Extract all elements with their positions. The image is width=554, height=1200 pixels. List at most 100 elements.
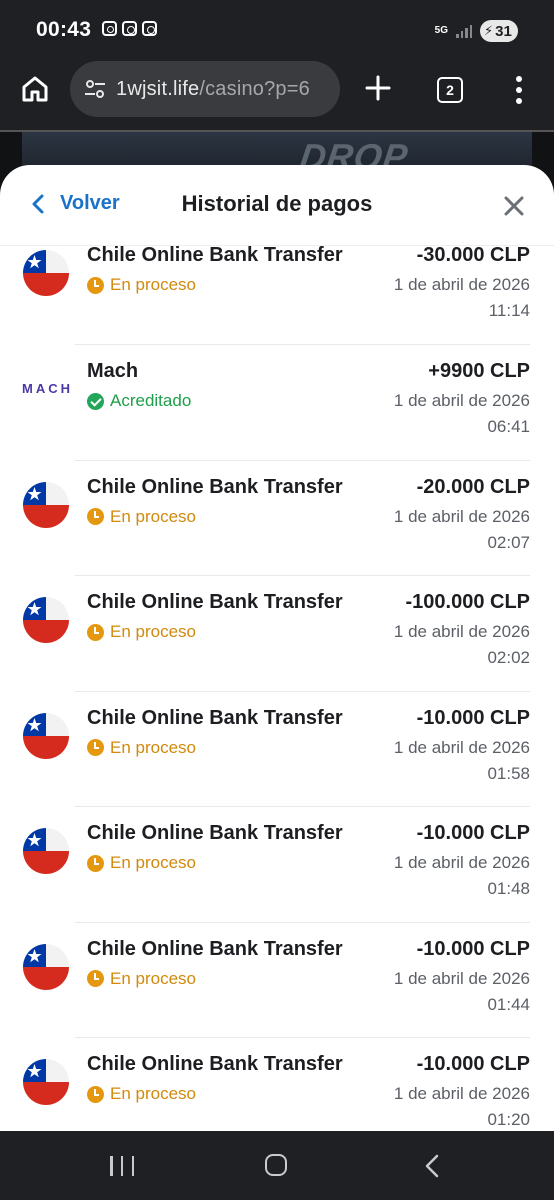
payment-status: En proceso	[87, 853, 196, 873]
payment-status-label: En proceso	[110, 1084, 196, 1103]
network-type: 5G	[434, 25, 448, 36]
chile-flag-icon	[23, 1059, 69, 1105]
payment-amount: -30.000 CLP	[416, 244, 530, 266]
payment-date: 1 de abril de 2026	[393, 275, 530, 294]
instagram-icon	[142, 21, 157, 36]
payment-row[interactable]: Chile Online Bank Transfer En proceso -30.…	[0, 244, 554, 345]
payment-date: 1 de abril de 2026	[393, 622, 530, 641]
payment-method: Chile Online Bank Transfer	[87, 706, 343, 729]
instagram-icon	[122, 21, 137, 36]
battery-level: 31	[495, 22, 512, 40]
payment-amount: -100.000 CLP	[405, 591, 530, 613]
chile-flag-icon	[23, 712, 69, 759]
payment-amount: -20.000 CLP	[416, 475, 530, 498]
chile-flag-icon	[23, 481, 69, 528]
chile-flag-icon	[23, 828, 69, 874]
clock-icon	[87, 854, 104, 872]
payment-status: En proceso	[87, 507, 196, 527]
payment-time: 02:07	[487, 532, 530, 552]
clock-icon	[87, 623, 104, 641]
browser-toolbar: 1wjsit.life/casino?p=6 2	[0, 60, 554, 130]
more-menu-icon[interactable]	[515, 76, 523, 104]
payment-status: En proceso	[87, 1084, 196, 1104]
payment-method: Mach	[87, 360, 139, 382]
payment-row[interactable]: Chile Online Bank Transfer En proceso -10.…	[0, 807, 554, 923]
payment-time: 06:41	[487, 417, 530, 436]
home-icon[interactable]	[20, 74, 50, 104]
payment-status: En proceso	[87, 275, 196, 295]
charging-icon: ⚡	[484, 23, 494, 38]
chile-flag-icon	[23, 943, 69, 990]
site-settings-icon[interactable]	[84, 79, 106, 99]
payment-time: 02:02	[487, 648, 530, 667]
payment-row[interactable]: Chile Online Bank Transfer En proceso -10.…	[0, 923, 554, 1038]
system-navigation-bar	[0, 1131, 554, 1200]
payment-amount: -10.000 CLP	[416, 1053, 530, 1075]
payment-date: 1 de abril de 2026	[393, 1084, 530, 1103]
new-tab-icon[interactable]	[364, 74, 392, 102]
payment-amount: +9900 CLP	[428, 360, 530, 382]
payment-time: 01:44	[487, 994, 530, 1014]
payment-status-label: En proceso	[110, 853, 196, 872]
clock-icon	[87, 276, 104, 294]
recents-icon[interactable]	[110, 1156, 134, 1176]
payment-status: En proceso	[87, 622, 196, 642]
payment-date: 1 de abril de 2026	[393, 853, 530, 872]
payment-amount: -10.000 CLP	[416, 822, 530, 844]
payment-status-label: En proceso	[110, 275, 196, 294]
battery-indicator: ⚡ 31	[480, 20, 518, 42]
payment-time: 01:58	[487, 763, 530, 783]
payment-date: 1 de abril de 2026	[393, 506, 530, 526]
payment-method: Chile Online Bank Transfer	[87, 822, 343, 844]
payment-status: En proceso	[87, 738, 196, 758]
payment-status-label: En proceso	[110, 506, 196, 526]
status-time: 00:43	[36, 18, 92, 41]
close-icon[interactable]	[502, 194, 526, 218]
payment-status: En proceso	[87, 969, 196, 989]
payment-time: 11:14	[488, 301, 530, 320]
payment-status: Acreditado	[87, 391, 191, 411]
notification-icons	[102, 21, 157, 36]
back-nav-icon[interactable]	[424, 1154, 440, 1178]
payment-method: Chile Online Bank Transfer	[87, 475, 343, 498]
payment-date: 1 de abril de 2026	[393, 968, 530, 988]
payment-method: Chile Online Bank Transfer	[87, 1053, 343, 1075]
mach-logo: MACH	[22, 381, 73, 396]
payment-method: Chile Online Bank Transfer	[87, 591, 343, 613]
status-bar: 00:43 5G ⚡ 31	[0, 0, 554, 60]
payment-row[interactable]: Chile Online Bank Transfer En proceso -20.…	[0, 461, 554, 576]
payment-status-label: En proceso	[110, 737, 196, 757]
url-domain: 1wjsit.life	[116, 77, 200, 100]
home-nav-icon[interactable]	[265, 1154, 287, 1176]
payment-history-sheet: Volver Historial de pagos Chile Online B…	[0, 165, 554, 1131]
payment-amount: -10.000 CLP	[416, 706, 530, 729]
payment-row[interactable]: Chile Online Bank Transfer En proceso -10.…	[0, 1038, 554, 1131]
payment-method: Chile Online Bank Transfer	[87, 244, 343, 266]
payment-row[interactable]: Chile Online Bank Transfer En proceso -10.…	[0, 692, 554, 807]
chile-flag-icon	[23, 597, 69, 643]
check-circle-icon	[87, 392, 104, 410]
payment-amount: -10.000 CLP	[416, 937, 530, 960]
payment-status-label: En proceso	[110, 968, 196, 988]
clock-icon	[87, 970, 104, 987]
payment-method: Chile Online Bank Transfer	[87, 937, 343, 960]
url-text[interactable]: 1wjsit.life/casino?p=6	[116, 78, 310, 101]
screenshot-icon	[102, 21, 117, 36]
chile-flag-icon	[23, 250, 69, 296]
payment-list: Chile Online Bank Transfer En proceso -30.…	[0, 244, 554, 1131]
clock-icon	[87, 739, 104, 756]
payment-time: 01:20	[487, 1110, 530, 1129]
tab-switcher-button[interactable]: 2	[437, 77, 463, 103]
url-path: /casino?p=6	[199, 77, 310, 100]
signal-icon	[456, 24, 472, 38]
payment-date: 1 de abril de 2026	[393, 737, 530, 757]
clock-icon	[87, 1085, 104, 1103]
clock-icon	[87, 508, 104, 525]
page-title: Historial de pagos	[181, 191, 373, 216]
payment-status-label: En proceso	[110, 622, 196, 641]
payment-date: 1 de abril de 2026	[393, 391, 530, 410]
address-bar[interactable]: 1wjsit.life/casino?p=6	[70, 61, 340, 117]
payment-row[interactable]: Chile Online Bank Transfer En proceso -100…	[0, 576, 554, 692]
payment-row[interactable]: MACH Mach Acreditado +9900 CLP 1 de abril de…	[0, 345, 554, 461]
payment-time: 01:48	[487, 879, 530, 898]
